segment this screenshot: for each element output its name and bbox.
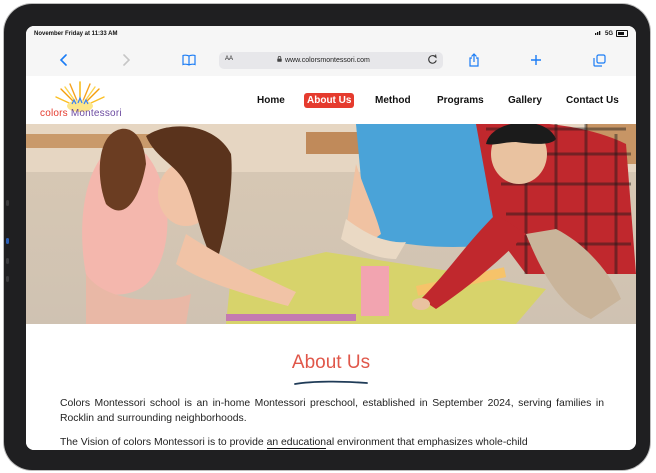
status-time: November Friday at 11:33 AM	[34, 31, 118, 37]
status-indicators: 5G	[594, 30, 628, 37]
nav-home[interactable]: Home	[257, 95, 285, 106]
about-paragraph-2-start: The Vision of colors Montessori is to pr…	[60, 437, 267, 448]
heading-underline-decoration	[294, 380, 368, 385]
plus-icon[interactable]	[526, 50, 546, 70]
signal-icon	[594, 30, 602, 37]
address-bar[interactable]: AA www.colorsmontessori.com	[219, 52, 443, 69]
site-header: colors Montessori Home About Us Method P…	[26, 76, 636, 124]
nav-about-us[interactable]: About Us	[304, 93, 355, 108]
screen: November Friday at 11:33 AM 5G AA www.co…	[26, 26, 636, 450]
nav-gallery[interactable]: Gallery	[508, 95, 542, 106]
hero-photo	[26, 124, 636, 324]
status-bar: November Friday at 11:33 AM 5G	[26, 26, 636, 44]
nav-programs[interactable]: Programs	[437, 95, 484, 106]
about-section: About Us Colors Montessori school is an …	[26, 324, 636, 450]
hero-image	[26, 124, 636, 324]
browser-toolbar: AA www.colorsmontessori.com	[26, 44, 636, 77]
about-paragraph-2-end: al environment that emphasizes whole-chi…	[326, 437, 528, 448]
logo-text-colors: colors	[40, 108, 68, 119]
tablet-side-button	[6, 238, 9, 244]
share-icon[interactable]	[464, 50, 484, 70]
chevron-right-icon[interactable]	[116, 50, 136, 70]
main-nav: Home About Us Method Programs Gallery Co…	[26, 93, 636, 109]
tablet-side-button	[6, 276, 9, 282]
network-label: 5G	[604, 30, 613, 37]
about-heading: About Us	[291, 352, 371, 373]
battery-icon	[616, 30, 628, 37]
about-paragraph-1: Colors Montessori school is an in-home M…	[60, 398, 604, 424]
highlighted-text: an education	[266, 437, 327, 449]
reload-icon[interactable]	[427, 54, 438, 67]
nav-contact-us[interactable]: Contact Us	[566, 95, 619, 106]
tablet-side-button	[6, 200, 9, 206]
url-text: www.colorsmontessori.com	[285, 56, 370, 64]
about-paragraph-2: The Vision of colors Montessori is to pr…	[60, 435, 604, 450]
tablet-frame: November Friday at 11:33 AM 5G AA www.co…	[4, 4, 650, 470]
tabs-icon[interactable]	[589, 50, 609, 70]
url-display[interactable]: www.colorsmontessori.com	[277, 56, 370, 64]
book-icon[interactable]	[179, 50, 199, 70]
logo-text-montessori: Montessori	[70, 108, 122, 119]
chevron-left-icon[interactable]	[54, 50, 74, 70]
nav-method[interactable]: Method	[375, 95, 411, 106]
logo-wordmark: colors Montessori	[40, 108, 122, 119]
text-size-button[interactable]: AA	[225, 56, 233, 62]
lock-icon	[277, 56, 282, 64]
tablet-side-button	[6, 258, 9, 264]
